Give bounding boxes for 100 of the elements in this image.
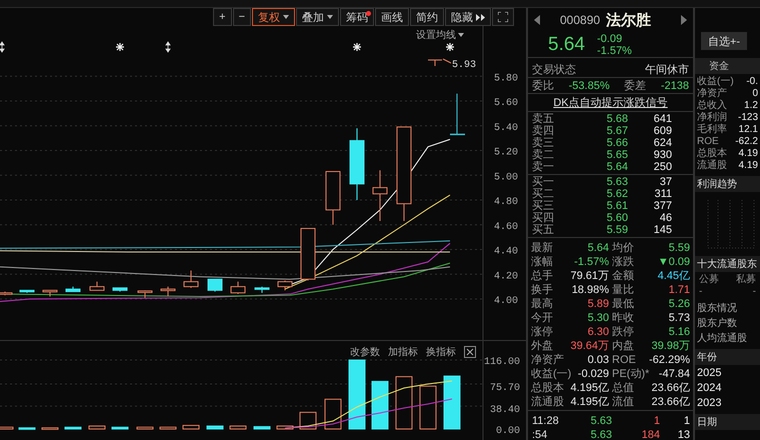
volume-bar bbox=[444, 376, 460, 430]
volume-bar bbox=[372, 380, 388, 430]
toolbar-button[interactable]: 隐藏 bbox=[445, 8, 491, 26]
finance-value: 12.1 bbox=[738, 124, 758, 136]
finance-label: 总收入 bbox=[697, 100, 727, 112]
stat-label: 最新 bbox=[531, 240, 553, 255]
toolbar-button[interactable]: 筹码 bbox=[340, 8, 374, 26]
stat-label: 总股本 bbox=[531, 381, 564, 395]
candlestick bbox=[254, 286, 270, 294]
order-level-label: 卖一 bbox=[532, 161, 555, 173]
trading-status: 午间休市 bbox=[645, 62, 689, 77]
order-level-label: 卖三 bbox=[532, 137, 555, 149]
signal-link[interactable]: DK点自动提示涨跌信号 bbox=[553, 95, 668, 110]
close-button[interactable] bbox=[464, 346, 476, 358]
candlestick bbox=[66, 286, 80, 292]
stat-value: 39.64万 bbox=[570, 339, 609, 353]
volume-axis-label: 0.00 bbox=[496, 426, 520, 437]
previous-arrow-icon[interactable] bbox=[534, 15, 540, 25]
shareholder-item[interactable]: 股东户数 bbox=[695, 315, 760, 330]
finance-value: 4.19 bbox=[738, 160, 758, 172]
indicator-link[interactable]: 改参数 bbox=[350, 345, 380, 359]
finance-label: ROE bbox=[697, 136, 719, 148]
order-volume: 145 bbox=[652, 224, 672, 236]
price-axis-label: 4.80 bbox=[494, 197, 518, 208]
volume-bar bbox=[42, 427, 58, 430]
stat-value: 5.59 bbox=[668, 242, 690, 254]
ma-settings-link[interactable]: 设置均线 bbox=[416, 28, 464, 42]
year-cell-text: 2023 bbox=[696, 396, 722, 410]
toolbar-button[interactable]: 叠加 bbox=[296, 8, 339, 26]
toolbar-button[interactable]: 复权 bbox=[252, 8, 295, 26]
volume-bar bbox=[136, 426, 154, 430]
stat-value: 5.89 bbox=[588, 298, 609, 310]
order-price: 5.67 bbox=[606, 125, 628, 137]
finance-label: 总股本 bbox=[697, 148, 727, 160]
volume-bar bbox=[348, 360, 366, 430]
order-price: 5.61 bbox=[606, 200, 628, 212]
order-volume: 250 bbox=[652, 161, 672, 173]
stat-value: 5.64 bbox=[588, 242, 609, 254]
finance-value: 0 bbox=[752, 88, 758, 100]
double-chevron-icon bbox=[476, 14, 485, 20]
toolbar-button[interactable]: + bbox=[213, 8, 232, 26]
volume-axis-label: 38.40 bbox=[490, 405, 520, 416]
order-price: 5.60 bbox=[606, 212, 628, 224]
order-volume: 311 bbox=[653, 188, 672, 200]
volume-bar bbox=[88, 426, 106, 430]
stat-value: ▼0.09 bbox=[658, 256, 690, 268]
candlestick bbox=[160, 286, 176, 298]
candlestick bbox=[300, 228, 316, 281]
price-axis-label: 5.80 bbox=[494, 73, 518, 84]
stat-value: 5.30 bbox=[588, 312, 609, 324]
stat-value: -2138 bbox=[660, 80, 689, 92]
price-axis-label: 4.60 bbox=[494, 222, 518, 233]
finance-label: 净利润 bbox=[697, 112, 727, 124]
order-price: 5.68 bbox=[606, 113, 628, 125]
stat-value: 79.61万 bbox=[570, 269, 609, 283]
section-title: 利润趋势 bbox=[697, 178, 737, 191]
star-icon bbox=[445, 42, 455, 52]
indicator-link[interactable]: 换指标 bbox=[426, 345, 456, 359]
finance-label: 收益(一) bbox=[697, 76, 734, 88]
stat-value: 5.16 bbox=[668, 326, 690, 338]
stat-value: 39.98万 bbox=[651, 339, 690, 353]
toolbar-button[interactable]: − bbox=[232, 8, 251, 26]
candlestick bbox=[450, 93, 465, 136]
finance-value: 4.19 bbox=[738, 148, 758, 160]
stat-label: 涨停 bbox=[531, 325, 553, 339]
stat-label: 涨幅 bbox=[531, 255, 553, 269]
order-level-label: 买四 bbox=[532, 212, 555, 224]
caret-icon bbox=[458, 33, 464, 37]
toolbar-button[interactable]: 画线 bbox=[375, 8, 409, 26]
column-header: 日期 bbox=[697, 416, 717, 429]
add-watchlist-button[interactable]: 自选+- bbox=[701, 32, 747, 50]
indicator-link[interactable]: 加指标 bbox=[388, 345, 418, 359]
toolbar-button[interactable]: 简约 bbox=[410, 8, 444, 26]
order-volume: 377 bbox=[652, 200, 672, 212]
stat-value: 4.45亿 bbox=[658, 269, 690, 283]
stock-code: 000890 bbox=[560, 13, 600, 27]
shareholder-item[interactable]: 股东情况 bbox=[695, 300, 760, 315]
stat-label: 均价 bbox=[612, 241, 634, 255]
candlestick bbox=[208, 278, 222, 292]
order-level-label: 买一 bbox=[532, 176, 555, 188]
status-label: 交易状态 bbox=[532, 62, 576, 77]
side-tab[interactable]: 资金 bbox=[695, 58, 760, 74]
stat-value: 5.26 bbox=[668, 298, 690, 310]
stat-value: -47.84 bbox=[658, 368, 690, 380]
candlestick bbox=[184, 270, 198, 288]
shareholder-item[interactable]: 人均流通股 bbox=[695, 330, 760, 345]
stat-label: 委差 bbox=[624, 78, 646, 93]
star-icon bbox=[115, 42, 125, 52]
stat-label: 最低 bbox=[612, 297, 634, 311]
finance-label: 流通股 bbox=[697, 160, 727, 172]
next-arrow-icon[interactable] bbox=[681, 15, 687, 25]
order-volume: 37 bbox=[658, 176, 672, 188]
fullscreen-button[interactable] bbox=[492, 8, 514, 26]
stat-value: -1.57% bbox=[574, 256, 609, 268]
last-price: 5.64 bbox=[548, 34, 585, 56]
order-price: 5.59 bbox=[606, 224, 628, 236]
stat-value: 6.30 bbox=[588, 326, 609, 338]
volume-bar bbox=[420, 386, 436, 430]
stat-value: -53.85% bbox=[568, 80, 610, 92]
finance-label: 毛利率 bbox=[697, 124, 727, 136]
